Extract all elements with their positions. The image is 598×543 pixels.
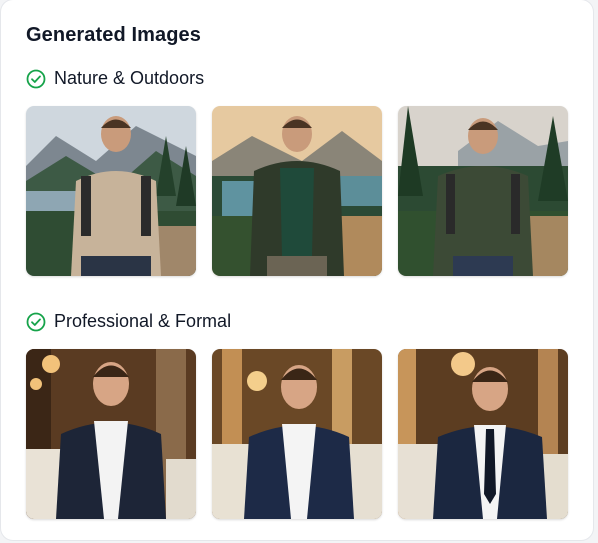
image-grid-nature [26, 106, 568, 276]
outdoor-photo [398, 106, 568, 276]
outdoor-photo [212, 106, 382, 276]
generated-image[interactable] [212, 349, 382, 519]
generated-image[interactable] [398, 106, 568, 276]
formal-photo [398, 349, 568, 519]
formal-photo [26, 349, 196, 519]
page-title: Generated Images [26, 24, 202, 46]
section-heading-professional: Professional & Formal [26, 311, 231, 332]
section-heading-nature: Nature & Outdoors [26, 68, 204, 89]
formal-photo [212, 349, 382, 519]
check-circle-icon [26, 312, 46, 331]
generated-image[interactable] [26, 106, 196, 276]
check-circle-icon [26, 69, 46, 88]
section-label: Nature & Outdoors [54, 68, 205, 88]
generated-image[interactable] [26, 349, 196, 519]
image-grid-professional [26, 349, 568, 519]
generated-images-card: Generated Images Nature & Outdoors Profe… [1, 0, 593, 540]
generated-image[interactable] [212, 106, 382, 276]
outdoor-photo [26, 106, 196, 276]
generated-image[interactable] [398, 349, 568, 519]
section-label: Professional & Formal [54, 311, 232, 331]
